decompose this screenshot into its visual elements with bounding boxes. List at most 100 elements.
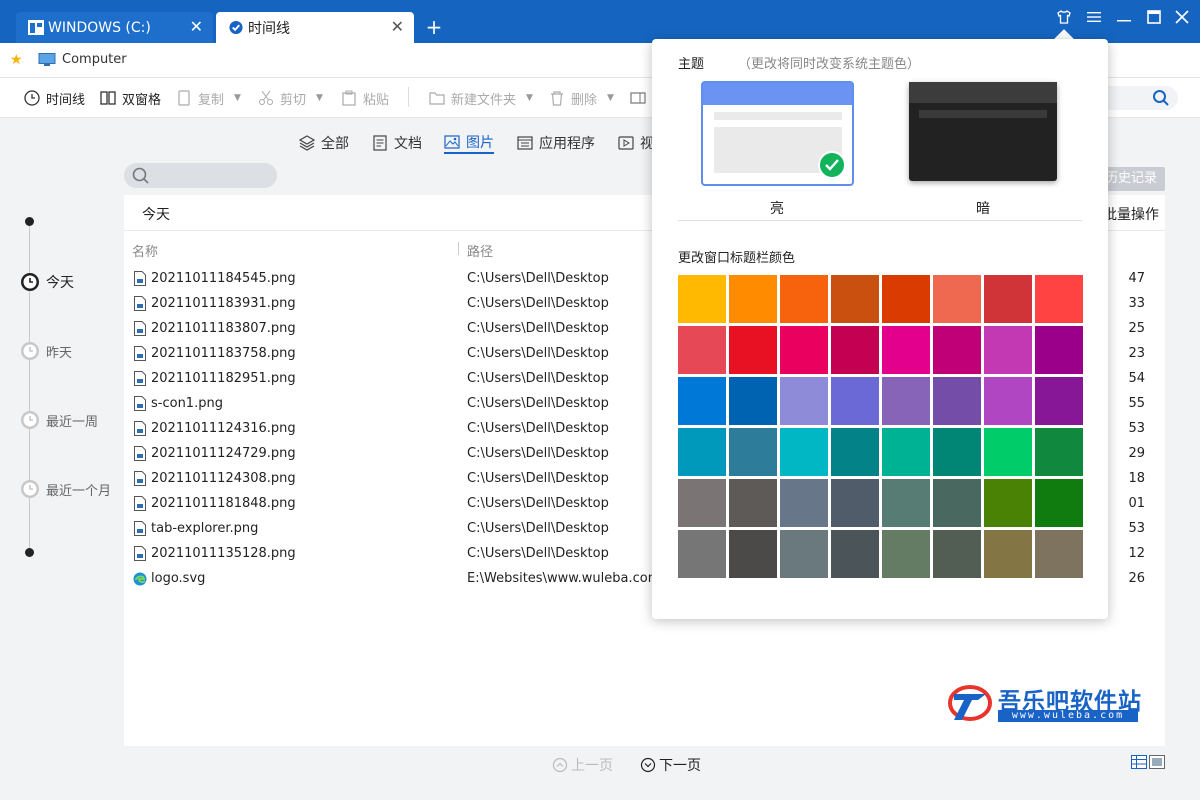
color-swatch[interactable] (882, 377, 930, 425)
color-swatch[interactable] (882, 479, 930, 527)
color-swatch[interactable] (831, 275, 879, 323)
color-swatch[interactable] (678, 326, 726, 374)
color-swatch[interactable] (1035, 530, 1083, 578)
color-swatch[interactable] (1035, 326, 1083, 374)
filter-search-input[interactable] (124, 163, 277, 188)
category-images[interactable]: 图片 (444, 132, 494, 154)
cut-button[interactable]: 剪切 ▼ (258, 88, 323, 108)
color-swatch[interactable] (1035, 428, 1083, 476)
column-header-name[interactable]: 名称 (132, 241, 158, 260)
color-swatch[interactable] (780, 377, 828, 425)
color-swatch[interactable] (678, 377, 726, 425)
tab-windows-c[interactable]: WINDOWS (C:) ✕ (16, 12, 213, 43)
image-file-icon (134, 371, 146, 386)
color-swatch[interactable] (831, 479, 879, 527)
color-swatch[interactable] (984, 326, 1032, 374)
copy-button[interactable]: 复制 ▼ (176, 88, 241, 108)
color-swatch[interactable] (933, 326, 981, 374)
category-video[interactable]: 视 (618, 132, 654, 154)
color-swatch[interactable] (678, 428, 726, 476)
bulk-action-button[interactable]: 批量操作 (1103, 204, 1159, 224)
more-button[interactable] (630, 88, 652, 108)
color-swatch[interactable] (984, 377, 1032, 425)
category-apps[interactable]: 应用程序 (517, 132, 595, 154)
category-docs[interactable]: 文档 (372, 132, 422, 154)
file-path: C:\Users\Dell\Desktop (467, 521, 609, 536)
color-swatch[interactable] (1035, 377, 1083, 425)
minimize-icon[interactable] (1112, 6, 1136, 28)
prev-page-button[interactable]: 上一页 (552, 755, 613, 775)
close-window-icon[interactable] (1170, 6, 1194, 28)
chevron-down-icon[interactable]: ▼ (234, 93, 241, 103)
skin-icon[interactable] (1052, 6, 1076, 28)
color-swatch[interactable] (933, 428, 981, 476)
color-swatch[interactable] (780, 530, 828, 578)
chevron-down-icon[interactable]: ▼ (316, 93, 323, 103)
address-path[interactable]: Computer (62, 52, 127, 67)
color-swatch[interactable] (831, 428, 879, 476)
chevron-down-icon[interactable]: ▼ (526, 93, 533, 103)
timeline-week[interactable]: 最近一周 (20, 410, 98, 430)
dual-pane-button[interactable]: 双窗格 (100, 88, 161, 108)
list-view-icon[interactable] (1131, 755, 1147, 769)
color-swatch[interactable] (933, 530, 981, 578)
close-icon[interactable]: ✕ (391, 18, 404, 36)
paste-button[interactable]: 粘贴 (341, 88, 389, 108)
timeline-yesterday[interactable]: 昨天 (20, 341, 72, 361)
close-icon[interactable]: ✕ (190, 18, 203, 36)
color-swatch[interactable] (882, 275, 930, 323)
color-swatch[interactable] (882, 428, 930, 476)
color-swatch[interactable] (780, 275, 828, 323)
next-page-button[interactable]: 下一页 (640, 755, 701, 775)
color-swatch[interactable] (1035, 479, 1083, 527)
color-swatch[interactable] (678, 479, 726, 527)
color-swatch[interactable] (831, 530, 879, 578)
theme-dark-option[interactable] (909, 82, 1057, 181)
color-swatch[interactable] (780, 428, 828, 476)
column-header-path[interactable]: 路径 (467, 241, 493, 260)
color-swatch[interactable] (984, 275, 1032, 323)
new-folder-button[interactable]: 新建文件夹 ▼ (429, 88, 533, 108)
color-swatch[interactable] (729, 530, 777, 578)
history-button[interactable]: 历史记录 (1098, 167, 1165, 191)
thumbnail-view-icon[interactable] (1149, 755, 1165, 769)
color-swatch[interactable] (729, 377, 777, 425)
color-swatch[interactable] (933, 479, 981, 527)
view-toggle (1131, 755, 1165, 769)
color-swatch[interactable] (882, 530, 930, 578)
color-swatch[interactable] (1035, 275, 1083, 323)
color-swatch[interactable] (729, 479, 777, 527)
color-swatch[interactable] (933, 275, 981, 323)
timeline-month[interactable]: 最近一个月 (20, 479, 111, 499)
color-swatch[interactable] (780, 479, 828, 527)
color-swatch[interactable] (831, 326, 879, 374)
clock-icon (24, 90, 40, 106)
color-swatch[interactable] (984, 479, 1032, 527)
delete-button[interactable]: 删除 ▼ (549, 88, 614, 108)
star-icon[interactable]: ★ (10, 52, 23, 68)
timeline-button[interactable]: 时间线 (24, 88, 85, 108)
color-swatch[interactable] (882, 326, 930, 374)
color-swatch[interactable] (984, 530, 1032, 578)
color-swatch[interactable] (729, 326, 777, 374)
color-swatch[interactable] (678, 530, 726, 578)
color-swatch[interactable] (729, 275, 777, 323)
color-swatch[interactable] (729, 428, 777, 476)
category-all[interactable]: 全部 (299, 132, 349, 154)
chevron-down-icon[interactable]: ▼ (607, 93, 614, 103)
theme-subtitle: （更改将同时改变系统主题色） (738, 57, 921, 72)
column-divider[interactable] (458, 242, 459, 255)
color-swatch[interactable] (831, 377, 879, 425)
color-swatch[interactable] (984, 428, 1032, 476)
file-path: C:\Users\Dell\Desktop (467, 546, 609, 561)
search-icon[interactable] (1152, 89, 1170, 107)
color-swatch[interactable] (678, 275, 726, 323)
maximize-icon[interactable] (1142, 6, 1166, 28)
timeline-today[interactable]: 今天 (20, 272, 74, 292)
color-swatch[interactable] (933, 377, 981, 425)
new-tab-button[interactable]: + (424, 15, 444, 39)
tab-timeline[interactable]: 时间线 ✕ (216, 12, 414, 43)
color-swatch[interactable] (780, 326, 828, 374)
menu-icon[interactable] (1082, 6, 1106, 28)
theme-light-option[interactable] (701, 81, 854, 186)
